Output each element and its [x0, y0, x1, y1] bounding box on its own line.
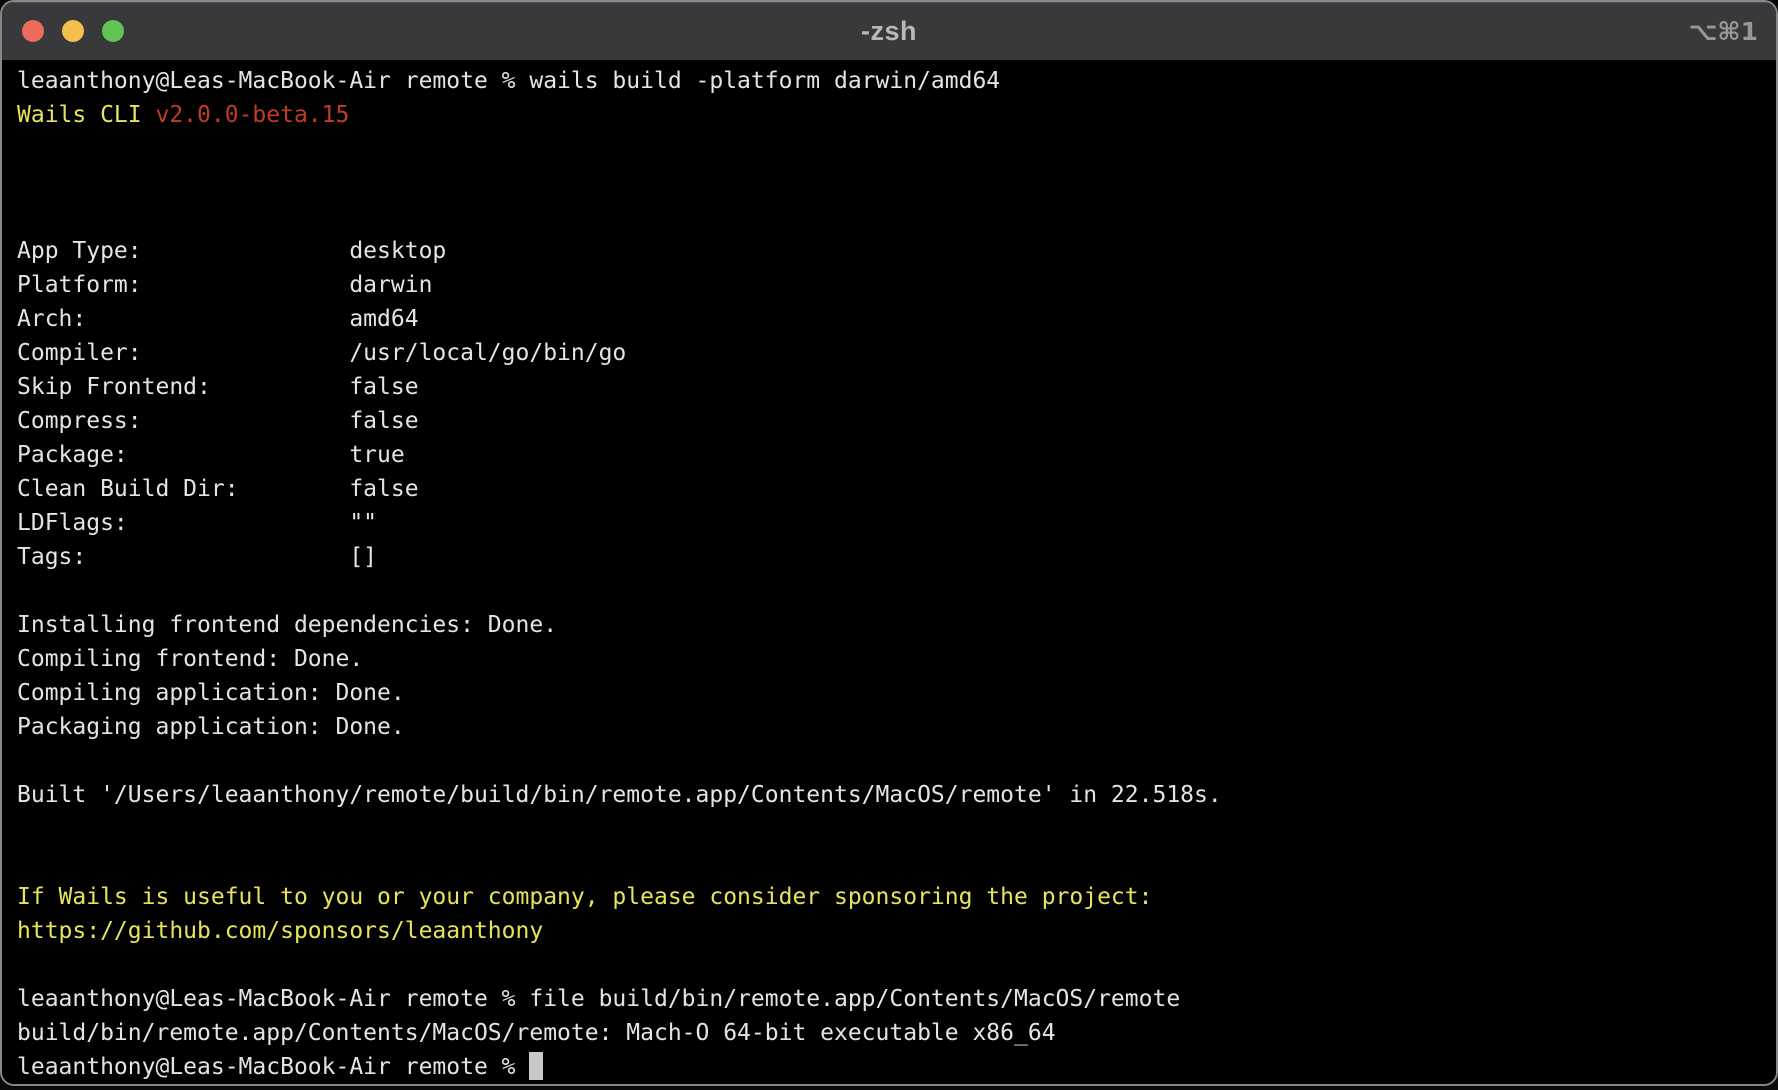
text-segment: Wails CLI — [17, 102, 155, 128]
text-segment: Clean Build Dir: false — [17, 476, 419, 502]
terminal-line: leaanthony@Leas-MacBook-Air remote % wai… — [17, 64, 1776, 98]
terminal-line: Tags: [] — [17, 540, 1776, 574]
text-segment: Platform: darwin — [17, 272, 432, 298]
text-segment: Packaging application: Done. — [17, 714, 405, 740]
text-segment: v2.0.0-beta.15 — [155, 102, 349, 128]
text-segment: App Type: desktop — [17, 238, 446, 264]
text-segment: Compiler: /usr/local/go/bin/go — [17, 340, 626, 366]
text-segment: Compress: false — [17, 408, 419, 434]
minimize-button[interactable] — [62, 20, 84, 42]
terminal-line: Compiler: /usr/local/go/bin/go — [17, 336, 1776, 370]
terminal-line: build/bin/remote.app/Contents/MacOS/remo… — [17, 1016, 1776, 1050]
window-controls — [22, 2, 124, 60]
terminal-line: Compiling application: Done. — [17, 676, 1776, 710]
text-segment: LDFlags: "" — [17, 510, 377, 536]
window-title: -zsh — [861, 16, 917, 47]
terminal-line: If Wails is useful to you or your compan… — [17, 880, 1776, 914]
terminal-line: Installing frontend dependencies: Done. — [17, 608, 1776, 642]
text-cursor — [529, 1052, 543, 1080]
terminal-line: Compress: false — [17, 404, 1776, 438]
keyboard-shortcut-badge: ⌥⌘1 — [1689, 2, 1758, 60]
text-segment: Compiling frontend: Done. — [17, 646, 363, 672]
text-segment: Skip Frontend: false — [17, 374, 419, 400]
terminal-line: LDFlags: "" — [17, 506, 1776, 540]
title-bar[interactable]: -zsh ⌥⌘1 — [2, 2, 1776, 60]
text-segment: build/bin/remote.app/Contents/MacOS/remo… — [17, 1020, 1056, 1046]
text-segment: leaanthony@Leas-MacBook-Air remote % wai… — [17, 68, 1000, 94]
terminal-line: Wails CLI v2.0.0-beta.15 — [17, 98, 1776, 132]
terminal-line — [17, 132, 1776, 166]
terminal-output[interactable]: leaanthony@Leas-MacBook-Air remote % wai… — [2, 60, 1776, 1084]
terminal-line: leaanthony@Leas-MacBook-Air remote % fil… — [17, 982, 1776, 1016]
terminal-line: Package: true — [17, 438, 1776, 472]
terminal-line — [17, 846, 1776, 880]
close-button[interactable] — [22, 20, 44, 42]
terminal-line — [17, 812, 1776, 846]
terminal-line: Packaging application: Done. — [17, 710, 1776, 744]
terminal-window: -zsh ⌥⌘1 leaanthony@Leas-MacBook-Air rem… — [0, 0, 1778, 1086]
text-segment: Built '/Users/leaanthony/remote/build/bi… — [17, 782, 1222, 808]
text-segment: Tags: [] — [17, 544, 377, 570]
text-segment: Package: true — [17, 442, 405, 468]
terminal-line — [17, 166, 1776, 200]
text-segment: leaanthony@Leas-MacBook-Air remote % — [17, 1054, 529, 1080]
terminal-line: Arch: amd64 — [17, 302, 1776, 336]
text-segment: Compiling application: Done. — [17, 680, 405, 706]
terminal-line: Platform: darwin — [17, 268, 1776, 302]
text-segment: Arch: amd64 — [17, 306, 419, 332]
terminal-line — [17, 744, 1776, 778]
terminal-line: https://github.com/sponsors/leaanthony — [17, 914, 1776, 948]
text-segment: Installing frontend dependencies: Done. — [17, 612, 557, 638]
sponsor-url[interactable]: https://github.com/sponsors/leaanthony — [17, 918, 543, 944]
zoom-button[interactable] — [102, 20, 124, 42]
terminal-line: Built '/Users/leaanthony/remote/build/bi… — [17, 778, 1776, 812]
terminal-line — [17, 200, 1776, 234]
terminal-line: App Type: desktop — [17, 234, 1776, 268]
text-segment: leaanthony@Leas-MacBook-Air remote % fil… — [17, 986, 1180, 1012]
terminal-line: leaanthony@Leas-MacBook-Air remote % — [17, 1050, 1776, 1084]
terminal-line — [17, 948, 1776, 982]
terminal-line: Skip Frontend: false — [17, 370, 1776, 404]
terminal-line: Clean Build Dir: false — [17, 472, 1776, 506]
text-segment: If Wails is useful to you or your compan… — [17, 884, 1152, 910]
terminal-line: Compiling frontend: Done. — [17, 642, 1776, 676]
terminal-line — [17, 574, 1776, 608]
